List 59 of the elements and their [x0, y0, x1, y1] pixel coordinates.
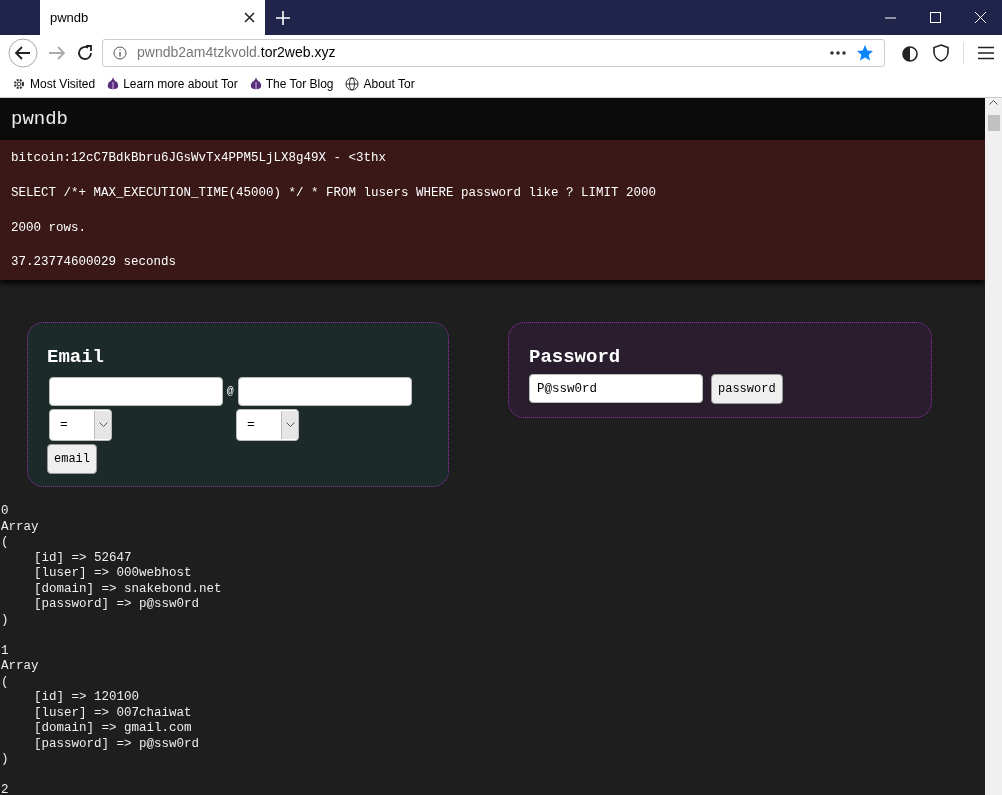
close-icon[interactable] [244, 12, 255, 23]
array-label: Array [1, 659, 40, 675]
bracket-text: ( [1, 674, 10, 690]
site-title: pwndb [11, 106, 68, 132]
scrollbar-thumb[interactable] [987, 115, 1000, 131]
globe-icon [345, 76, 360, 91]
scroll-up-icon [989, 100, 998, 105]
password-search-button[interactable]: password [711, 373, 783, 404]
onion-icon[interactable] [901, 43, 919, 62]
bookmark-link[interactable]: About Tor [345, 74, 415, 93]
record-index: 0 [1, 504, 10, 520]
chevron-down-icon [98, 422, 108, 427]
record-field: [id] => 52647 [1, 550, 985, 566]
operator-dropdown[interactable]: = [236, 408, 299, 441]
bookmark-link[interactable]: Most Visited [12, 74, 96, 93]
address-bar[interactable]: pwndb2am4tzkvold.tor2web.xyz [102, 38, 885, 67]
info-line: 2000 rows. [11, 219, 87, 237]
form-title: Password [529, 345, 622, 370]
domain-input-field[interactable] [237, 376, 412, 406]
back-icon[interactable] [8, 37, 38, 68]
info-line: 37.23774600029 seconds [11, 254, 178, 272]
record-field: [id] => 120100 [1, 690, 985, 706]
chevron-down-icon [285, 422, 295, 427]
record-field: [luser] => 000webhost [1, 566, 985, 582]
more-icon[interactable] [830, 50, 846, 55]
record-field: [password] => p@ssw0rd [1, 597, 985, 613]
info-line: bitcoin:12cC7BdkBbru6JGsWvTx4PPM5LjLX8g49X - <3thx [11, 150, 388, 167]
operator-dropdown[interactable]: = [49, 408, 112, 441]
bookmark-link[interactable]: The Tor Blog [249, 74, 334, 93]
star-icon[interactable] [856, 43, 874, 62]
info-line: SELECT /*+ MAX_EXECUTION_TIME(45000) */ * FROM lusers WHERE password like ? LIMIT 2000 [11, 184, 658, 202]
menu-icon[interactable] [978, 45, 994, 60]
bracket-text: ) [1, 752, 10, 768]
bracket-text: ) [1, 612, 10, 628]
reload-icon[interactable] [76, 43, 94, 62]
record-field: [domain] => snakebond.net [1, 581, 985, 597]
record-index: 1 [1, 643, 10, 659]
new-tab-icon[interactable] [276, 11, 290, 25]
url-text: pwndb2am4tzkvold.tor2web.xyz [137, 43, 337, 62]
onion-icon [249, 76, 262, 91]
record-field: [domain] => gmail.com [1, 721, 985, 737]
bookmark-link[interactable]: Learn more about Tor [107, 74, 238, 93]
bracket-text: ( [1, 535, 10, 551]
maximize-icon[interactable] [930, 12, 941, 23]
onion-icon [107, 76, 120, 91]
email-search-button[interactable]: email [47, 443, 97, 474]
record-index: 2 [1, 783, 10, 795]
minimize-icon[interactable] [885, 16, 896, 19]
at-sign: @ [227, 383, 234, 399]
browser-tab[interactable]: pwndb [40, 0, 265, 35]
username-input-field[interactable] [49, 376, 223, 406]
record-field: [luser] => 007chaiwat [1, 705, 985, 721]
array-label: Array [1, 519, 40, 535]
info-icon [113, 45, 127, 60]
shield-icon[interactable] [933, 43, 949, 62]
form-title: Email [47, 345, 105, 370]
record-field: [password] => p@ssw0rd [1, 736, 985, 752]
gear-icon [12, 76, 26, 91]
password-input-field[interactable]: P@ssw0rd [529, 374, 703, 403]
